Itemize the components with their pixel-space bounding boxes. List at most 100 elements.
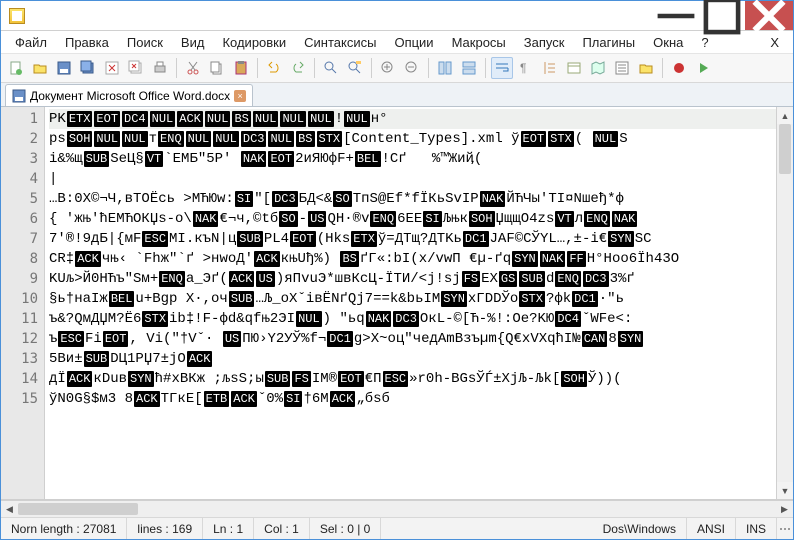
zoom-out-button[interactable] <box>401 57 423 79</box>
code-line[interactable]: …В:0Х©¬Ч,вTOЁсь >MЋЮw:SI"[DC3БД<&SOTпS@E… <box>49 189 776 209</box>
line-number: 10 <box>1 289 38 309</box>
control-char: NUL <box>94 131 120 147</box>
zoom-in-button[interactable] <box>377 57 399 79</box>
control-char: ESC <box>142 231 168 247</box>
menu-поиск[interactable]: Поиск <box>119 33 171 52</box>
code-line[interactable]: 5Ви±SUBDЦ1PЏ7±jOACK <box>49 349 776 369</box>
control-char: NUL <box>205 111 231 127</box>
save-icon <box>12 89 26 103</box>
scroll-thumb-h[interactable] <box>18 503 138 515</box>
save-button[interactable] <box>53 57 75 79</box>
control-char: STX <box>317 131 343 147</box>
maximize-button[interactable] <box>699 1 745 30</box>
control-char: SO <box>333 191 351 207</box>
status-length: Norn length : 27081 <box>1 518 127 539</box>
sync-h-button[interactable] <box>458 57 480 79</box>
menu-вид[interactable]: Вид <box>173 33 213 52</box>
menu-bar: ФайлПравкаПоискВидКодировкиСинтаксисыОпц… <box>1 31 793 53</box>
line-number: 8 <box>1 249 38 269</box>
minimize-button[interactable] <box>653 1 699 30</box>
menu-x[interactable]: X <box>762 33 787 52</box>
menu-запуск[interactable]: Запуск <box>516 33 573 52</box>
tab-close-icon[interactable]: × <box>234 90 246 102</box>
control-char: SOH <box>469 211 495 227</box>
scroll-up-button[interactable]: ▲ <box>777 107 793 124</box>
scroll-left-button[interactable]: ◀ <box>1 504 18 515</box>
code-line[interactable]: §ь†наIжBELu+Bgp X·,oчSUB…Љ_oXˇiвЁNґQj7==… <box>49 289 776 309</box>
control-char: ETX <box>351 231 377 247</box>
menu-синтаксисы[interactable]: Синтаксисы <box>296 33 384 52</box>
replace-button[interactable] <box>344 57 366 79</box>
menu-файл[interactable]: Файл <box>7 33 55 52</box>
control-char: BEL <box>355 151 381 167</box>
control-char: DC4 <box>555 311 581 327</box>
menu-плагины[interactable]: Плагины <box>574 33 643 52</box>
code-line[interactable]: i&%щSUBSeЦ§VT`EMБ"5Р' NAKEOT2иЯЮфF+BEL!C… <box>49 149 776 169</box>
resize-grip[interactable] <box>777 525 793 533</box>
control-char: NUL <box>268 131 294 147</box>
control-char: DC4 <box>122 111 148 127</box>
menu-?[interactable]: ? <box>693 33 716 52</box>
word-wrap-button[interactable] <box>491 57 513 79</box>
scroll-down-button[interactable]: ▼ <box>777 482 793 499</box>
code-line[interactable]: ъ&?QмДЏM?Ё6STXib‡!F-фd&qfњ2ЭINUL) "ьqNAK… <box>49 309 776 329</box>
undo-button[interactable] <box>263 57 285 79</box>
vertical-scrollbar[interactable]: ▲ ▼ <box>776 107 793 499</box>
menu-кодировки[interactable]: Кодировки <box>214 33 294 52</box>
control-char: SUB <box>84 351 110 367</box>
close-file-button[interactable] <box>101 57 123 79</box>
func-list-button[interactable] <box>611 57 633 79</box>
control-char: US <box>256 271 274 287</box>
indent-guide-button[interactable] <box>539 57 561 79</box>
control-char: NUL <box>308 111 334 127</box>
close-all-button[interactable] <box>125 57 147 79</box>
control-char: EOT <box>268 151 294 167</box>
menu-правка[interactable]: Правка <box>57 33 117 52</box>
close-button[interactable] <box>745 1 793 30</box>
control-char: EOT <box>103 331 129 347</box>
code-line[interactable]: { 'жњ'ћEMЋOКЏs-o\NAK€¬ч,©tбSO-USQН·®vENQ… <box>49 209 776 229</box>
menu-окна[interactable]: Окна <box>645 33 691 52</box>
find-button[interactable] <box>320 57 342 79</box>
control-char: ETX <box>67 111 93 127</box>
control-char: SI <box>423 211 441 227</box>
copy-button[interactable] <box>206 57 228 79</box>
code-line[interactable]: ъESCFiEOT, Vi("†Vˇ· USПЮ›Y2УЎ%f¬DC1g>X~o… <box>49 329 776 349</box>
new-file-button[interactable] <box>5 57 27 79</box>
line-number-gutter: 123456789101112131415 <box>1 107 45 499</box>
control-char: CAN <box>582 331 608 347</box>
control-char: EOT <box>338 371 364 387</box>
control-char: DC3 <box>393 311 419 327</box>
save-all-button[interactable] <box>77 57 99 79</box>
menu-макросы[interactable]: Макросы <box>444 33 514 52</box>
code-line[interactable]: | <box>49 169 776 189</box>
code-line[interactable]: CR‡ACKчњ‹ `Fhж"`ґ >нwоД'ACKкњUђ%) BSґГ«:… <box>49 249 776 269</box>
show-all-chars-button[interactable]: ¶ <box>515 57 537 79</box>
code-line[interactable]: 7'®!9дБ|{мFESCMI.къN|цSUBPL4EOT(HksETXў=… <box>49 229 776 249</box>
code-view[interactable]: PKETXEOTDC4NULACKNULBSNULNULNUL!NULн°psS… <box>45 107 776 499</box>
code-line[interactable]: дЇACKкDuвSYNћ#xBКж ;љsS;ыSUBFSIM®EOT€ПES… <box>49 369 776 389</box>
tab-label: Документ Microsoft Office Word.docx <box>30 89 230 103</box>
paste-button[interactable] <box>230 57 252 79</box>
code-line[interactable]: PKETXEOTDC4NULACKNULBSNULNULNUL!NULн° <box>49 109 776 129</box>
document-tab[interactable]: Документ Microsoft Office Word.docx × <box>5 84 253 106</box>
user-lang-button[interactable] <box>563 57 585 79</box>
doc-map-button[interactable] <box>587 57 609 79</box>
scroll-right-button[interactable]: ▶ <box>776 504 793 515</box>
horizontal-scrollbar[interactable]: ◀ ▶ <box>1 500 793 517</box>
open-file-button[interactable] <box>29 57 51 79</box>
cut-button[interactable] <box>182 57 204 79</box>
code-line[interactable]: ўN0G§$м3 8ACKТГкE[ETBACKˇ0%SI†6MACK„бsб <box>49 389 776 409</box>
app-icon <box>9 8 25 24</box>
sync-v-button[interactable] <box>434 57 456 79</box>
menu-опции[interactable]: Опции <box>386 33 441 52</box>
macro-record-button[interactable] <box>668 57 690 79</box>
macro-play-button[interactable] <box>692 57 714 79</box>
code-line[interactable]: psSOHNULNULтENQNULNULDC3NULBSSTX[Content… <box>49 129 776 149</box>
redo-button[interactable] <box>287 57 309 79</box>
control-char: EOT <box>94 111 120 127</box>
print-button[interactable] <box>149 57 171 79</box>
code-line[interactable]: KUљ>Й0НЋъ"Sм+ENQa_Эґ(ACKUS)яПvuЭ*швКсЦ-Ї… <box>49 269 776 289</box>
scroll-thumb-v[interactable] <box>779 124 791 174</box>
folder-view-button[interactable] <box>635 57 657 79</box>
